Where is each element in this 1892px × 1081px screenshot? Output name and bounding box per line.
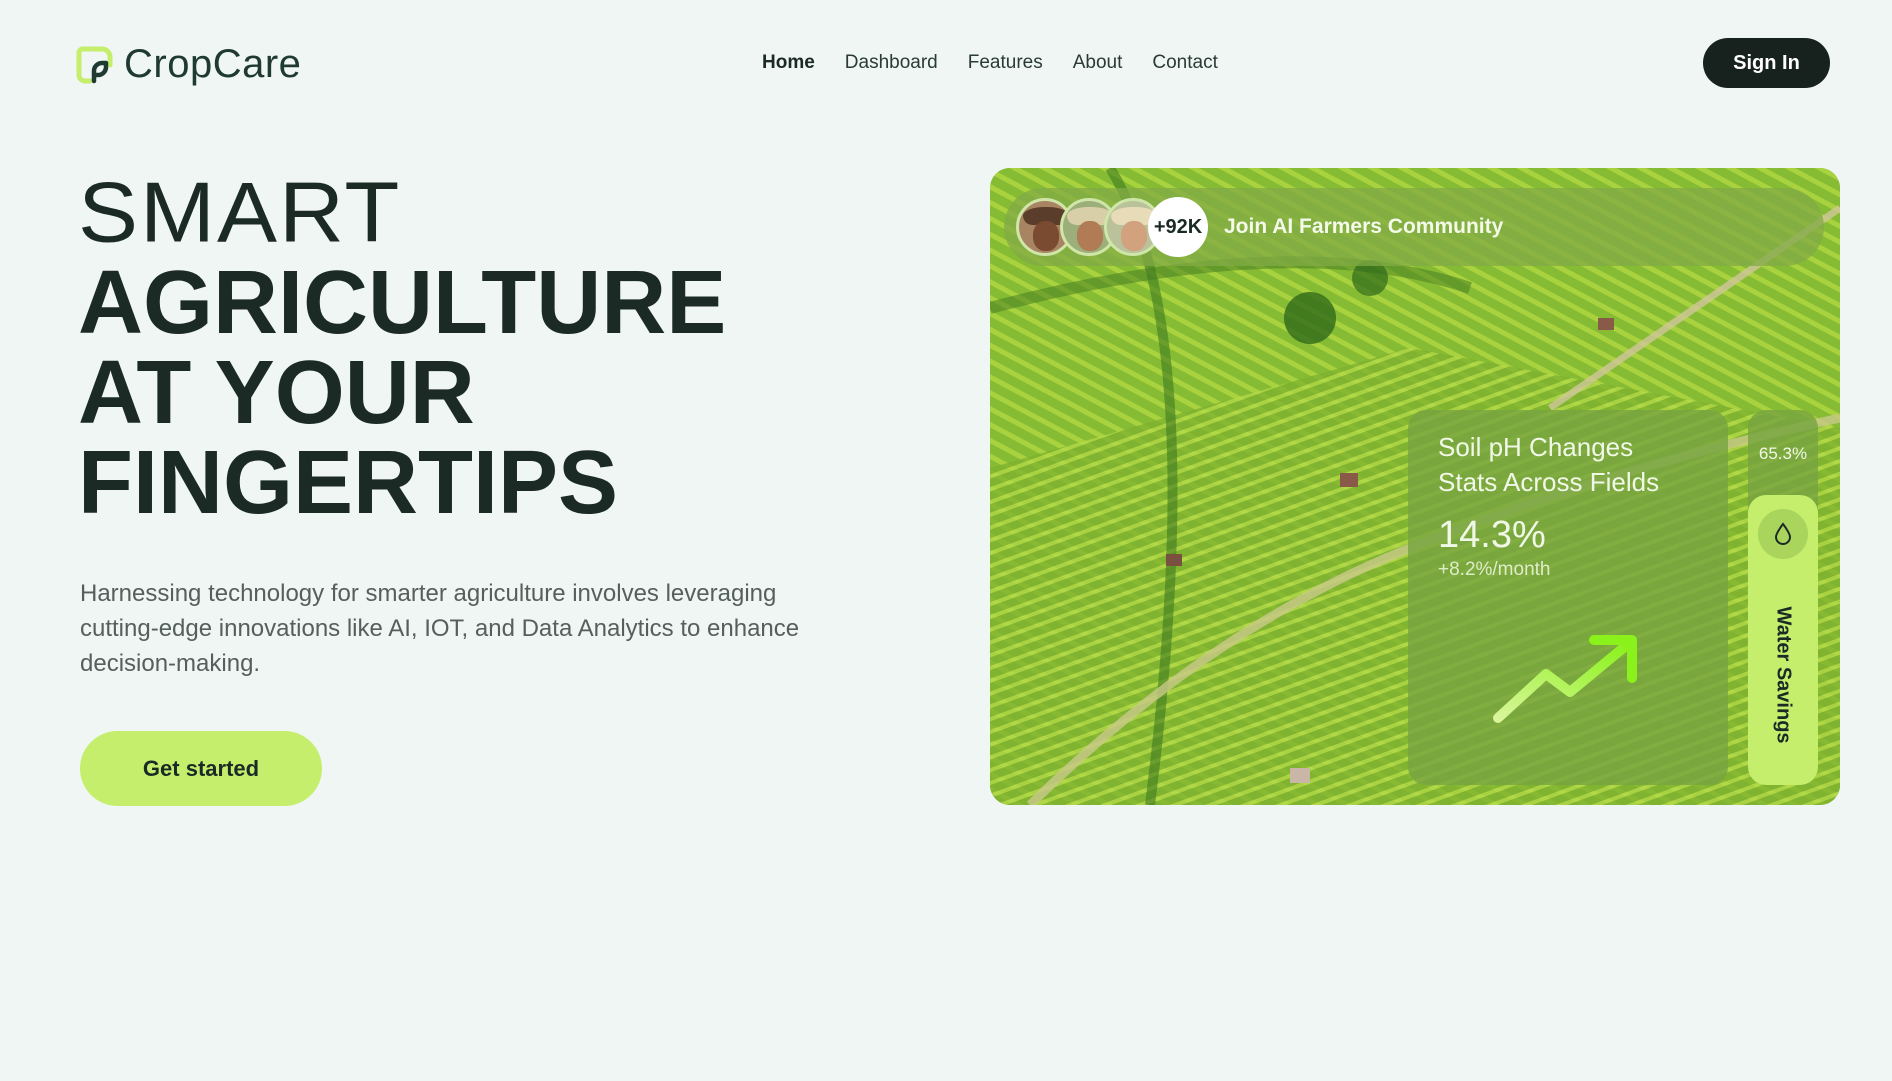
hero-headline-bold: AGRICULTURE AT YOUR FINGERTIPS [78, 258, 726, 528]
hero-headline-line-3: AT YOUR [78, 343, 475, 443]
nav-contact[interactable]: Contact [1152, 52, 1217, 74]
nav-home[interactable]: Home [762, 52, 815, 74]
water-savings-label: Water Savings [1772, 606, 1795, 744]
get-started-button[interactable]: Get started [80, 731, 322, 806]
main-nav: Home Dashboard Features About Contact [762, 52, 1218, 74]
sign-in-button[interactable]: Sign In [1703, 38, 1830, 88]
nav-features[interactable]: Features [968, 52, 1043, 74]
hero-image-card: +92K Join AI Farmers Community Soil pH C… [990, 168, 1840, 805]
leaf-logo-icon [76, 46, 113, 83]
hero-headline-line-2: AGRICULTURE [78, 253, 727, 353]
community-count-badge: +92K [1148, 197, 1208, 257]
stats-delta: +8.2%/month [1438, 559, 1551, 580]
water-savings-percent: 65.3% [1758, 444, 1808, 463]
landing-page: CropCare Home Dashboard Features About C… [0, 0, 1892, 1081]
brand-name: CropCare [124, 42, 302, 86]
nav-dashboard[interactable]: Dashboard [845, 52, 938, 74]
logo[interactable]: CropCare [76, 42, 301, 87]
stats-title: Soil pH Changes Stats Across Fields [1438, 432, 1660, 497]
water-savings-pill[interactable]: Water Savings [1748, 495, 1818, 785]
community-label: Join AI Farmers Community [1224, 215, 1504, 238]
soil-ph-stats-card: Soil pH Changes Stats Across Fields 14.3… [1408, 410, 1728, 785]
stats-value: 14.3% [1438, 514, 1546, 556]
hero-description: Harnessing technology for smarter agricu… [80, 580, 800, 677]
nav-about[interactable]: About [1073, 52, 1123, 74]
community-banner[interactable]: +92K Join AI Farmers Community [1004, 188, 1824, 266]
water-savings-card: 65.3% Water Savings [1748, 410, 1818, 785]
hero-headline-light: SMART [78, 165, 402, 261]
trend-up-arrow-icon [1493, 635, 1637, 723]
water-drop-icon[interactable] [1758, 509, 1808, 559]
hero-headline-line-4: FINGERTIPS [78, 433, 619, 533]
